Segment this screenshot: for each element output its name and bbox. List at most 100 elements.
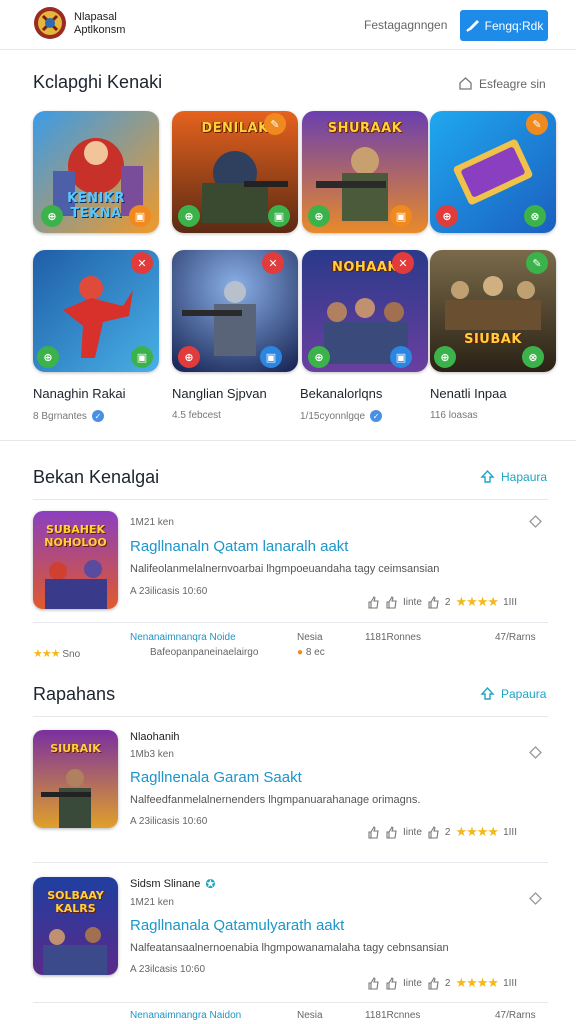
star-rating: ★★★★ xyxy=(455,594,499,609)
item-divider xyxy=(33,622,548,623)
item-divider xyxy=(33,716,548,717)
news-title[interactable]: Ragllnanala Qatamulyarath aakt xyxy=(130,917,344,934)
thumbs-up-icon[interactable] xyxy=(427,825,440,839)
thumbs-up-icon[interactable] xyxy=(367,825,380,839)
coin-icon: ● xyxy=(297,647,304,658)
news-thumb-2[interactable]: SIURAIK xyxy=(33,730,118,828)
footer-col2: 1181Rcnnes xyxy=(365,1010,421,1021)
section-divider xyxy=(0,440,576,441)
news-thumb-3[interactable]: SOLBAAY KALRS xyxy=(33,877,118,975)
item-divider xyxy=(33,862,548,863)
news-thumb-title-3: SOLBAAY KALRS xyxy=(47,889,104,915)
game-card-meta-text: 116 loasas xyxy=(430,410,478,421)
bookmark-badge-icon: ✕ xyxy=(392,252,414,274)
item-divider xyxy=(33,499,548,500)
game-card-thumb-2[interactable]: DENILAK ✎ ⊕ ▣ xyxy=(172,111,298,233)
diamond-icon[interactable] xyxy=(529,892,542,905)
rating-badge-icon: ▣ xyxy=(268,205,290,227)
like-label[interactable]: Iinte xyxy=(403,827,422,838)
game-card-meta-text: 1/15cyonnlgqe xyxy=(300,410,366,422)
section3-link-label: Papaura xyxy=(501,686,547,701)
item-divider xyxy=(33,1002,548,1003)
footer-col2: 1181Ronnes xyxy=(365,632,421,643)
game-card-meta-text: 8 Bgrnantes xyxy=(33,410,87,422)
verified-badge-icon: ✓ xyxy=(370,410,383,422)
rating-count: 1III xyxy=(503,977,517,989)
header-nav-link[interactable]: Festagagnngen xyxy=(364,18,447,32)
game-card-title-3: SHURAAK xyxy=(327,121,403,136)
thumbs-up-icon[interactable] xyxy=(385,595,398,609)
news-description: Nalfeedfanmelalnernenders lhgmpanuarahan… xyxy=(130,794,421,806)
rating-badge-icon: ▣ xyxy=(390,346,412,368)
diamond-icon[interactable] xyxy=(529,746,542,759)
news-author: Sidsm Slinane ✪ xyxy=(130,877,215,891)
section2-link[interactable]: Hapaura xyxy=(480,469,547,484)
section1-link[interactable]: Esfeagre sin xyxy=(458,76,546,91)
game-card-thumb-5[interactable]: ✕ ⊕ ▣ xyxy=(33,250,159,372)
like-count: 2 xyxy=(444,596,451,608)
game-card-thumb-3[interactable]: SHURAAK ⊕ ▣ xyxy=(302,111,428,233)
section2-link-label: Hapaura xyxy=(501,469,548,484)
footer-col1: Nesia xyxy=(297,632,323,643)
game-card-thumb-7[interactable]: NOHAAK ✕ ⊕ ▣ xyxy=(302,250,428,372)
home-icon xyxy=(459,77,472,90)
bookmark-badge-icon: ✕ xyxy=(262,252,284,274)
thumbs-up-icon[interactable] xyxy=(367,595,380,609)
news-thumb-title-2: SIURAIK xyxy=(50,742,101,755)
like-count: 2 xyxy=(444,977,451,989)
thumbs-up-icon[interactable] xyxy=(427,595,440,609)
footer-subtext: Bafeopanpaneinaelairgo xyxy=(150,647,259,658)
game-card-thumb-4[interactable]: ✎ ⊕ ⊗ xyxy=(430,111,556,233)
rating-badge-icon: ⊗ xyxy=(524,205,546,227)
game-card-name-1[interactable]: Nanaghin Rakai xyxy=(33,386,126,401)
thumbs-up-icon[interactable] xyxy=(385,976,398,990)
refresh-icon xyxy=(480,686,495,700)
news-author-name: Nlaohanih xyxy=(130,731,180,743)
footer-col1-sub: ● 8 ec xyxy=(297,647,325,658)
logo-line2: Aptlkonsm xyxy=(74,24,126,36)
rating-badge-icon: ▣ xyxy=(260,346,282,368)
verified-badge-icon: ✪ xyxy=(205,877,216,891)
bookmark-badge-icon: ✎ xyxy=(264,113,286,135)
like-label[interactable]: Iinte xyxy=(403,597,422,608)
news-thumb-1[interactable]: SUBAHEK NOHOLOO xyxy=(33,511,118,609)
section3-title: Rapahans xyxy=(33,684,116,704)
game-card-title-8: SIUBAK xyxy=(464,332,522,347)
thumbs-up-icon[interactable] xyxy=(427,976,440,990)
like-label[interactable]: Iinte xyxy=(403,978,422,989)
news-stats: A 23ilicasis 10:60 xyxy=(130,586,208,597)
news-thumb-title-1: SUBAHEK NOHOLOO xyxy=(44,523,107,549)
game-card-name-2[interactable]: Nanglian Sjpvan xyxy=(172,386,267,401)
game-card-thumb-8[interactable]: SIUBAK ✎ ⊕ ⊗ xyxy=(430,250,556,372)
news-author: Nlaohanih xyxy=(130,731,180,743)
platform-badge-icon: ⊕ xyxy=(308,205,330,227)
game-card-meta-2: 4.5 febcest xyxy=(172,410,221,421)
footer-col3: 47/Rarns xyxy=(495,1010,536,1021)
refresh-icon xyxy=(480,469,495,483)
news-title[interactable]: Ragllnanaln Qatam lanaralh aakt xyxy=(130,538,348,555)
logo-line1: Nlapasal xyxy=(74,11,117,23)
header-action-button[interactable]: Fengq:Rdk xyxy=(460,10,548,41)
bookmark-badge-icon: ✎ xyxy=(526,252,548,274)
platform-badge-icon: ⊕ xyxy=(434,346,456,368)
footer-link[interactable]: Nenanaimnanqra Noide xyxy=(130,632,236,643)
news-description: Nalfeatansaalnernoenabia lhgmpowanamalah… xyxy=(130,942,449,954)
footer-rating: ★★★ Sno xyxy=(33,647,80,660)
app-header: Nlapasal Aptlkonsm Festagagnngen Fengq:R… xyxy=(0,0,576,50)
game-card-name-3[interactable]: Bekanalorlqns xyxy=(300,386,382,401)
diamond-icon[interactable] xyxy=(529,515,542,528)
news-title[interactable]: Ragllnenala Garam Saakt xyxy=(130,769,302,786)
footer-link[interactable]: Nenanaimnangra Naidon xyxy=(130,1010,241,1021)
platform-badge-icon: ⊕ xyxy=(436,205,458,227)
game-card-name-4[interactable]: Nenatli Inpaa xyxy=(430,386,507,401)
section3-link[interactable]: Papaura xyxy=(480,686,546,701)
game-card-thumb-1[interactable]: KENIKR TEKNA ⊕ ▣ xyxy=(33,111,159,233)
rating-badge-icon: ▣ xyxy=(131,346,153,368)
thumbs-up-icon[interactable] xyxy=(367,976,380,990)
game-card-thumb-6[interactable]: ✕ ⊕ ▣ xyxy=(172,250,298,372)
thumbs-up-icon[interactable] xyxy=(385,825,398,839)
footer-col1-sub-text: 8 ec xyxy=(305,647,325,658)
shield-logo-icon[interactable] xyxy=(33,6,67,40)
like-count: 2 xyxy=(444,826,451,838)
news-actions: Iinte 2 ★★★★ 1III xyxy=(367,824,517,840)
